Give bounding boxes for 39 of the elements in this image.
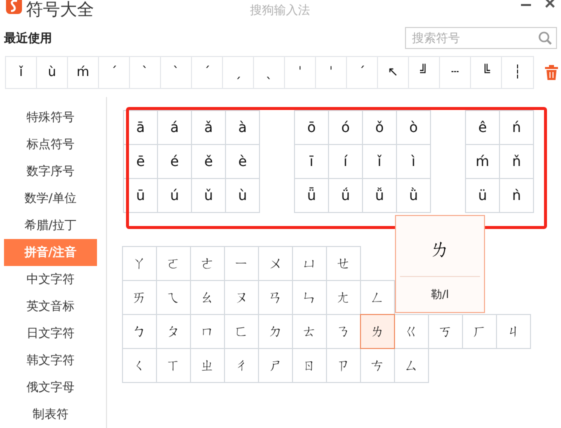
recent-label: 最近使用: [4, 30, 52, 46]
symbol-cell[interactable]: ㄌ: [360, 314, 395, 349]
window-title: 符号大全: [26, 0, 94, 20]
symbol-cell[interactable]: ㄥ: [360, 280, 395, 315]
symbol-cell[interactable]: ㄝ: [326, 246, 361, 281]
symbol-cell[interactable]: à: [225, 110, 260, 145]
category-item[interactable]: 特殊符号: [4, 104, 97, 131]
symbol-cell[interactable]: ㄚ: [122, 246, 157, 281]
preview-reading: 勒/l: [431, 287, 449, 302]
category-item[interactable]: 中文字符: [4, 266, 97, 293]
symbol-cell[interactable]: ō: [294, 110, 329, 145]
trash-icon[interactable]: [545, 65, 558, 80]
symbol-cell[interactable]: ń: [499, 110, 534, 145]
symbol-cell[interactable]: ㄎ: [428, 314, 463, 349]
symbol-cell[interactable]: ê: [465, 110, 500, 145]
category-item[interactable]: 英文音标: [4, 293, 97, 320]
category-item[interactable]: 数学/单位: [4, 185, 97, 212]
close-icon[interactable]: [545, 0, 555, 10]
symbol-cell[interactable]: ù: [225, 178, 260, 213]
symbol-cell[interactable]: ǹ: [499, 178, 534, 213]
symbol-cell[interactable]: ò: [396, 110, 431, 145]
symbol-cell[interactable]: ǜ: [396, 178, 431, 213]
preview-symbol: ㄌ: [430, 236, 450, 263]
app-name: 搜狗输入法: [250, 2, 310, 19]
category-item[interactable]: 制表符: [4, 401, 97, 428]
category-item[interactable]: 希腊/拉丁: [4, 212, 97, 239]
symbol-cell[interactable]: ㄙ: [394, 348, 429, 383]
category-item[interactable]: 日文字符: [4, 320, 97, 347]
search-icon[interactable]: [538, 31, 552, 45]
symbol-cell[interactable]: ㄐ: [496, 314, 531, 349]
category-item[interactable]: 数字序号: [4, 158, 97, 185]
category-item[interactable]: 俄文字母: [4, 374, 97, 401]
symbol-cell[interactable]: ㄏ: [462, 314, 497, 349]
symbol-cell[interactable]: ǖ: [294, 178, 329, 213]
symbol-cell[interactable]: ㄑ: [122, 348, 157, 383]
symbol-cell[interactable]: ü: [465, 178, 500, 213]
category-item[interactable]: 标点符号: [4, 131, 97, 158]
category-item[interactable]: 韩文字符: [4, 347, 97, 374]
search-field[interactable]: 搜索符号: [405, 27, 557, 49]
